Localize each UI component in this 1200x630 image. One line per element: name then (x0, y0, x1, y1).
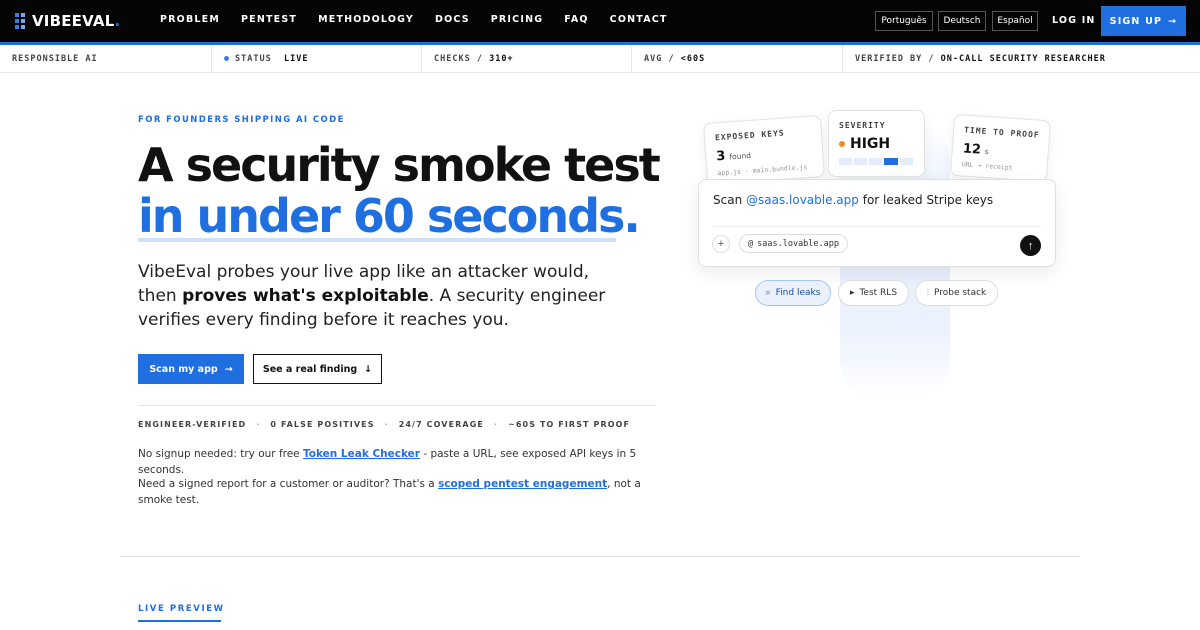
probe-stack-label: Probe stack (933, 288, 987, 298)
status-live: STATUS LIVE (211, 45, 422, 72)
trust-item: 0 FALSE POSITIVES (270, 420, 375, 429)
scan-prompt-box[interactable]: Scan @saas.lovable.app for leaked Stripe… (698, 179, 1056, 267)
time-to-proof-value: 12 (962, 141, 982, 158)
see-real-finding-label: See a real finding (262, 363, 358, 375)
search-icon: ⌕ (765, 288, 771, 298)
time-to-proof-unit: s (984, 146, 990, 157)
at-icon: @ (748, 238, 754, 249)
exposed-keys-card: EXPOSED KEYS 3 found app.js · main.bundl… (702, 114, 826, 186)
nav-link-pricing[interactable]: PRICING (491, 14, 543, 25)
find-leaks-pill[interactable]: ⌕ Find leaks (755, 280, 831, 306)
arrow-right-icon: → (1168, 15, 1178, 27)
play-icon: ▸ (849, 288, 855, 298)
trust-item: ENGINEER-VERIFIED (138, 420, 247, 429)
hero-title-line1: A security smoke test (138, 138, 661, 192)
login-link[interactable]: LOG IN (1052, 15, 1096, 26)
token-leak-checker-link[interactable]: Token Leak Checker (303, 448, 420, 460)
trust-item: 24/7 COVERAGE (398, 420, 484, 429)
status-checks: CHECKS / 310+ (421, 45, 632, 72)
nav-link-pentest[interactable]: PENTEST (241, 14, 297, 25)
hero-lead: VibeEval probes your live app like an at… (138, 262, 606, 330)
severity-card: SEVERITY HIGH (828, 110, 925, 177)
nav-link-docs[interactable]: DOCS (435, 14, 470, 25)
token-leak-note: No signup needed: try our free Token Lea… (138, 448, 637, 476)
plus-icon[interactable]: + (712, 235, 730, 253)
title-underline (138, 238, 616, 242)
nav-link-methodology[interactable]: METHODOLOGY (318, 14, 414, 25)
severity-value: HIGH (850, 136, 891, 152)
exposed-keys-count: 3 (715, 148, 726, 165)
test-rls-label: Test RLS (859, 288, 898, 298)
language-deutsch[interactable]: Deutsch (938, 11, 986, 31)
send-arrow-icon[interactable]: ↑ (1020, 235, 1041, 256)
lead-emphasis: proves what's exploitable (182, 286, 429, 306)
trust-item: ~60S TO FIRST PROOF (508, 420, 631, 429)
top-navigation: VIBEEVAL. PROBLEM PENTEST METHODOLOGY DO… (0, 0, 1200, 42)
section-divider (120, 556, 1080, 557)
time-to-proof-card: TIME TO PROOF 12 s URL → receipt (949, 113, 1052, 183)
status-bar: RESPONSIBLE AI STATUS LIVE CHECKS / 310+… (0, 45, 1200, 73)
nav-link-contact[interactable]: CONTACT (610, 14, 668, 25)
language-portugues[interactable]: Português (875, 11, 933, 31)
prompt-target: @saas.lovable.app (746, 193, 859, 207)
live-preview-underline (138, 620, 221, 622)
exposed-keys-found: found (729, 150, 752, 162)
status-verified-by: VERIFIED BY / ON-CALL SECURITY RESEARCHE… (842, 45, 1200, 72)
target-chip-label: saas.lovable.app (757, 238, 840, 249)
nav-link-problem[interactable]: PROBLEM (160, 14, 220, 25)
arrow-right-icon: → (224, 363, 233, 375)
severity-dot-icon (839, 141, 845, 147)
scan-my-app-button[interactable]: Scan my app → (138, 354, 244, 384)
time-to-proof-sub: URL → receipt (961, 160, 1013, 172)
live-dot-icon (224, 56, 229, 61)
find-leaks-label: Find leaks (775, 288, 821, 298)
logo-mark-icon (15, 13, 26, 29)
target-chip[interactable]: @ saas.lovable.app (739, 234, 849, 253)
severity-label: SEVERITY (839, 121, 886, 130)
hero-divider (138, 405, 656, 406)
signup-button[interactable]: SIGN UP → (1101, 6, 1186, 36)
hero-eyebrow: FOR FOUNDERS SHIPPING AI CODE (138, 115, 345, 125)
language-espanol[interactable]: Español (992, 11, 1038, 31)
live-preview-heading: LIVE PREVIEW (138, 604, 225, 614)
hero-title-line2: in under 60 seconds. (138, 189, 641, 243)
signup-label: SIGN UP (1109, 15, 1163, 27)
prompt-text: Scan @saas.lovable.app for leaked Stripe… (713, 193, 994, 207)
brand-logo[interactable]: VIBEEVAL. (15, 12, 120, 30)
scan-my-app-label: Scan my app (149, 363, 218, 375)
see-real-finding-button[interactable]: See a real finding ↓ (253, 354, 382, 384)
status-avg: AVG / <60S (631, 45, 843, 72)
exposed-keys-label: EXPOSED KEYS (714, 128, 785, 143)
scoped-pentest-link[interactable]: scoped pentest engagement (438, 478, 607, 490)
trust-strip: ENGINEER-VERIFIED · 0 FALSE POSITIVES · … (138, 420, 631, 429)
severity-scale (839, 158, 913, 165)
nav-links: PROBLEM PENTEST METHODOLOGY DOCS PRICING… (160, 14, 689, 25)
nav-link-faq[interactable]: FAQ (564, 14, 588, 25)
probe-stack-pill[interactable]: ⫶ Probe stack (915, 280, 998, 306)
pentest-note: Need a signed report for a customer or a… (138, 478, 641, 506)
brand-name: VIBEEVAL (32, 12, 115, 30)
test-rls-pill[interactable]: ▸ Test RLS (838, 280, 909, 306)
stack-icon: ⫶ (926, 288, 929, 298)
exposed-keys-files: app.js · main.bundle.js (717, 163, 808, 178)
time-to-proof-label: TIME TO PROOF (963, 125, 1040, 140)
status-responsible-ai: RESPONSIBLE AI (12, 53, 98, 64)
arrow-down-icon: ↓ (364, 363, 373, 375)
